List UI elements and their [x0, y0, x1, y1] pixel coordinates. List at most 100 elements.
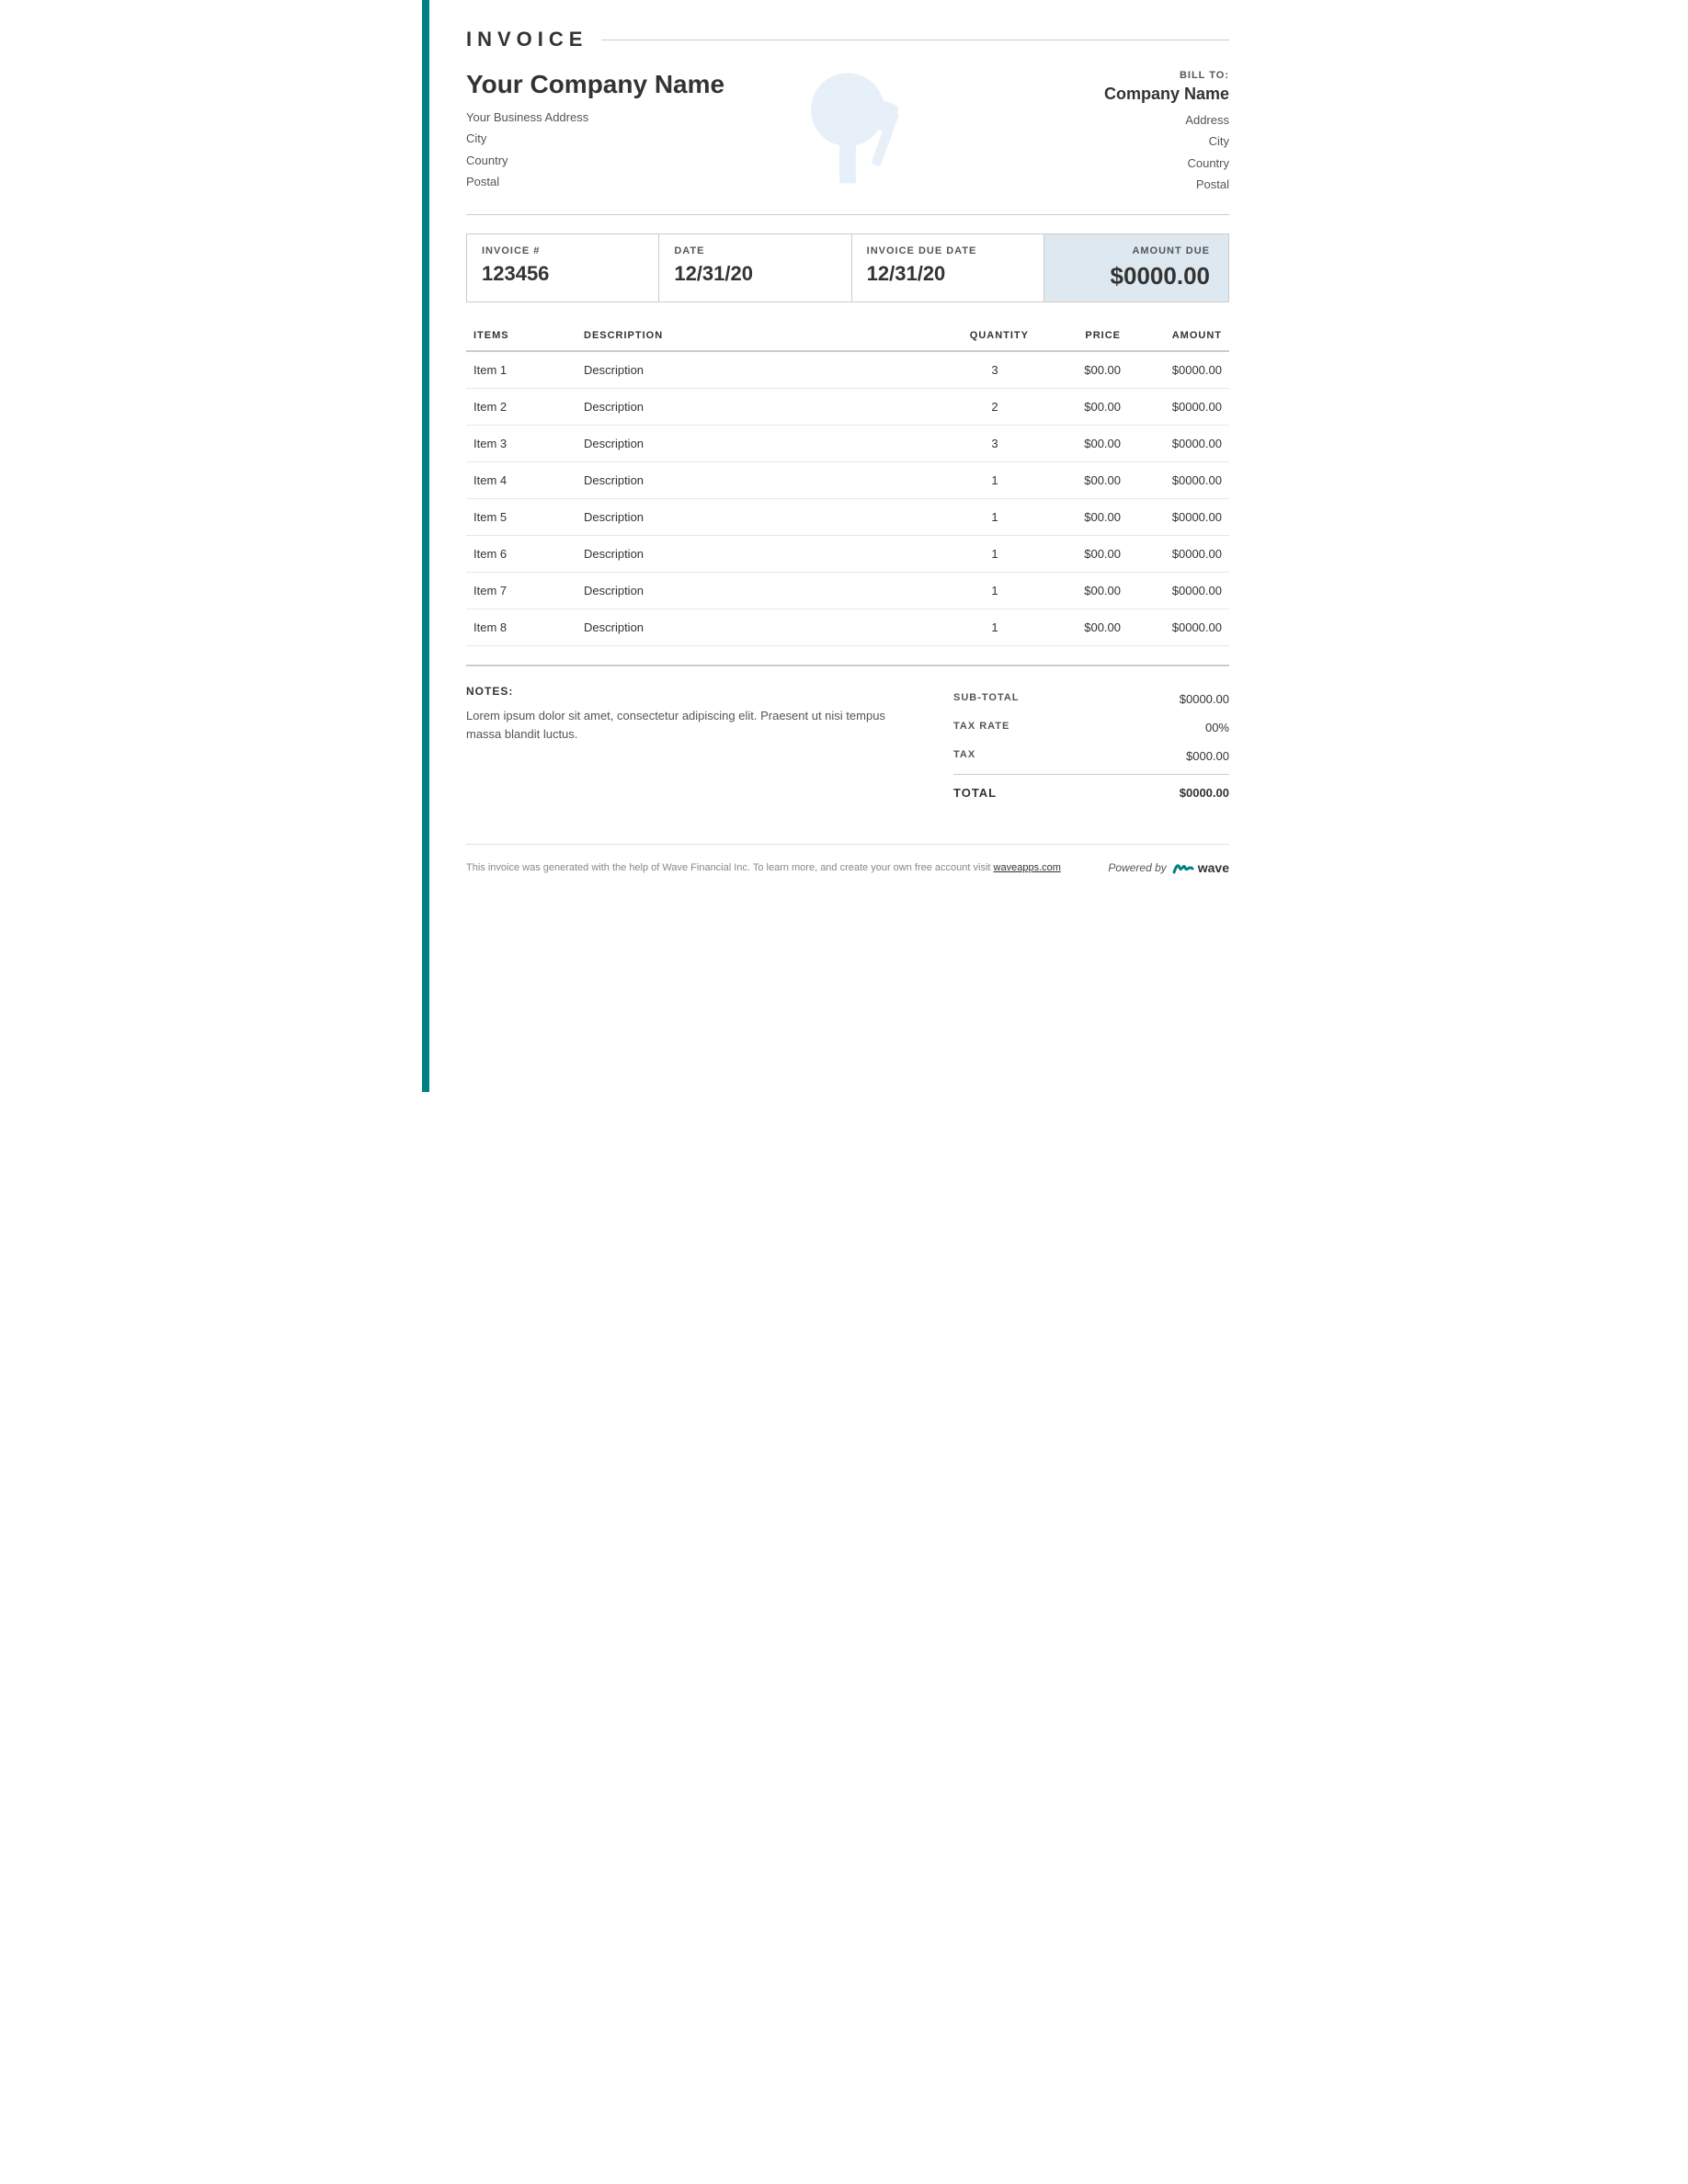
table-row: Item 7 Description 1 $00.00 $0000.00 [466, 572, 1229, 609]
row-item-2: Item 3 [466, 425, 576, 461]
date-item: DATE 12/31/20 [659, 234, 851, 301]
row-item-5: Item 6 [466, 535, 576, 572]
row-description-0: Description [576, 351, 953, 389]
company-country: Country [466, 150, 1045, 171]
subtotal-label: SUB-TOTAL [953, 692, 1020, 706]
total-value: $0000.00 [1180, 786, 1229, 800]
footer-main-text: This invoice was generated with the help… [466, 862, 990, 873]
row-amount-2: $0000.00 [1128, 425, 1229, 461]
meta-left: INVOICE # 123456 DATE 12/31/20 INVOICE D… [467, 234, 1044, 301]
row-quantity-6: 1 [953, 572, 1036, 609]
row-item-0: Item 1 [466, 351, 576, 389]
bill-to-country: Country [1045, 153, 1229, 174]
invoice-number-label: INVOICE # [482, 245, 644, 256]
row-price-2: $00.00 [1036, 425, 1128, 461]
table-row: Item 6 Description 1 $00.00 $0000.00 [466, 535, 1229, 572]
row-amount-4: $0000.00 [1128, 498, 1229, 535]
row-description-1: Description [576, 388, 953, 425]
row-item-6: Item 7 [466, 572, 576, 609]
company-details: Your Business Address City Country Posta… [466, 107, 1045, 193]
company-name: Your Company Name [466, 70, 1045, 99]
row-quantity-4: 1 [953, 498, 1036, 535]
due-date-item: INVOICE DUE DATE 12/31/20 [852, 234, 1044, 301]
table-header-row: ITEMS DESCRIPTION QUANTITY PRICE AMOUNT [466, 321, 1229, 351]
col-header-items: ITEMS [466, 321, 576, 351]
row-item-7: Item 8 [466, 609, 576, 645]
row-amount-5: $0000.00 [1128, 535, 1229, 572]
table-row: Item 8 Description 1 $00.00 $0000.00 [466, 609, 1229, 645]
table-row: Item 2 Description 2 $00.00 $0000.00 [466, 388, 1229, 425]
bill-to-postal: Postal [1045, 174, 1229, 195]
powered-by-text: Powered by [1108, 861, 1166, 874]
company-address: Your Business Address [466, 107, 1045, 128]
totals-section: SUB-TOTAL $0000.00 TAX RATE 00% TAX $000… [953, 685, 1229, 807]
invoice-title-text: INVOICE [466, 28, 587, 51]
bill-to-label: BILL TO: [1045, 70, 1229, 81]
accent-bar [422, 0, 429, 1092]
bill-to-section: BILL TO: Company Name Address City Count… [1045, 70, 1229, 196]
footer: This invoice was generated with the help… [466, 844, 1229, 876]
col-header-description: DESCRIPTION [576, 321, 953, 351]
row-quantity-7: 1 [953, 609, 1036, 645]
row-price-1: $00.00 [1036, 388, 1128, 425]
total-label: TOTAL [953, 786, 997, 800]
col-header-price: PRICE [1036, 321, 1128, 351]
row-quantity-5: 1 [953, 535, 1036, 572]
row-quantity-2: 3 [953, 425, 1036, 461]
items-section: ITEMS DESCRIPTION QUANTITY PRICE AMOUNT … [466, 321, 1229, 646]
row-price-5: $00.00 [1036, 535, 1128, 572]
header-section: INVOICE Your Company Name [466, 28, 1229, 215]
row-quantity-3: 1 [953, 461, 1036, 498]
table-row: Item 4 Description 1 $00.00 $0000.00 [466, 461, 1229, 498]
row-description-5: Description [576, 535, 953, 572]
bill-to-city: City [1045, 131, 1229, 152]
table-row: Item 1 Description 3 $00.00 $0000.00 [466, 351, 1229, 389]
meta-section: INVOICE # 123456 DATE 12/31/20 INVOICE D… [466, 233, 1229, 302]
subtotal-row: SUB-TOTAL $0000.00 [953, 685, 1229, 713]
row-price-6: $00.00 [1036, 572, 1128, 609]
invoice-number-item: INVOICE # 123456 [467, 234, 659, 301]
row-amount-6: $0000.00 [1128, 572, 1229, 609]
footer-link[interactable]: waveapps.com [994, 862, 1061, 873]
row-amount-1: $0000.00 [1128, 388, 1229, 425]
row-price-4: $00.00 [1036, 498, 1128, 535]
tax-rate-value: 00% [1205, 721, 1229, 734]
row-price-3: $00.00 [1036, 461, 1128, 498]
bill-to-address: Address [1045, 109, 1229, 131]
row-quantity-1: 2 [953, 388, 1036, 425]
header-content: Your Company Name Your Business Address … [466, 70, 1229, 196]
invoice-title: INVOICE [466, 28, 1229, 51]
notes-label: NOTES: [466, 685, 917, 698]
amount-due-item: AMOUNT DUE $0000.00 [1044, 234, 1228, 301]
row-price-0: $00.00 [1036, 351, 1128, 389]
row-price-7: $00.00 [1036, 609, 1128, 645]
tax-row: TAX $000.00 [953, 742, 1229, 770]
row-description-2: Description [576, 425, 953, 461]
bill-to-name: Company Name [1045, 85, 1229, 104]
date-value: 12/31/20 [674, 262, 836, 286]
amount-due-label: AMOUNT DUE [1063, 245, 1210, 256]
row-amount-0: $0000.00 [1128, 351, 1229, 389]
tax-value: $000.00 [1186, 749, 1229, 763]
company-postal: Postal [466, 171, 1045, 192]
amount-due-value: $0000.00 [1063, 262, 1210, 290]
table-row: Item 3 Description 3 $00.00 $0000.00 [466, 425, 1229, 461]
wave-logo-icon [1172, 859, 1194, 876]
watermark-icon [765, 61, 930, 212]
row-amount-7: $0000.00 [1128, 609, 1229, 645]
row-description-3: Description [576, 461, 953, 498]
row-quantity-0: 3 [953, 351, 1036, 389]
table-row: Item 5 Description 1 $00.00 $0000.00 [466, 498, 1229, 535]
row-description-6: Description [576, 572, 953, 609]
invoice-page: INVOICE Your Company Name [422, 0, 1266, 1092]
row-description-7: Description [576, 609, 953, 645]
row-description-4: Description [576, 498, 953, 535]
items-table: ITEMS DESCRIPTION QUANTITY PRICE AMOUNT … [466, 321, 1229, 646]
tax-rate-label: TAX RATE [953, 721, 1009, 734]
subtotal-value: $0000.00 [1180, 692, 1229, 706]
due-date-label: INVOICE DUE DATE [867, 245, 1029, 256]
due-date-value: 12/31/20 [867, 262, 1029, 286]
row-item-3: Item 4 [466, 461, 576, 498]
footer-text: This invoice was generated with the help… [466, 862, 1061, 873]
notes-section: NOTES: Lorem ipsum dolor sit amet, conse… [466, 685, 953, 807]
